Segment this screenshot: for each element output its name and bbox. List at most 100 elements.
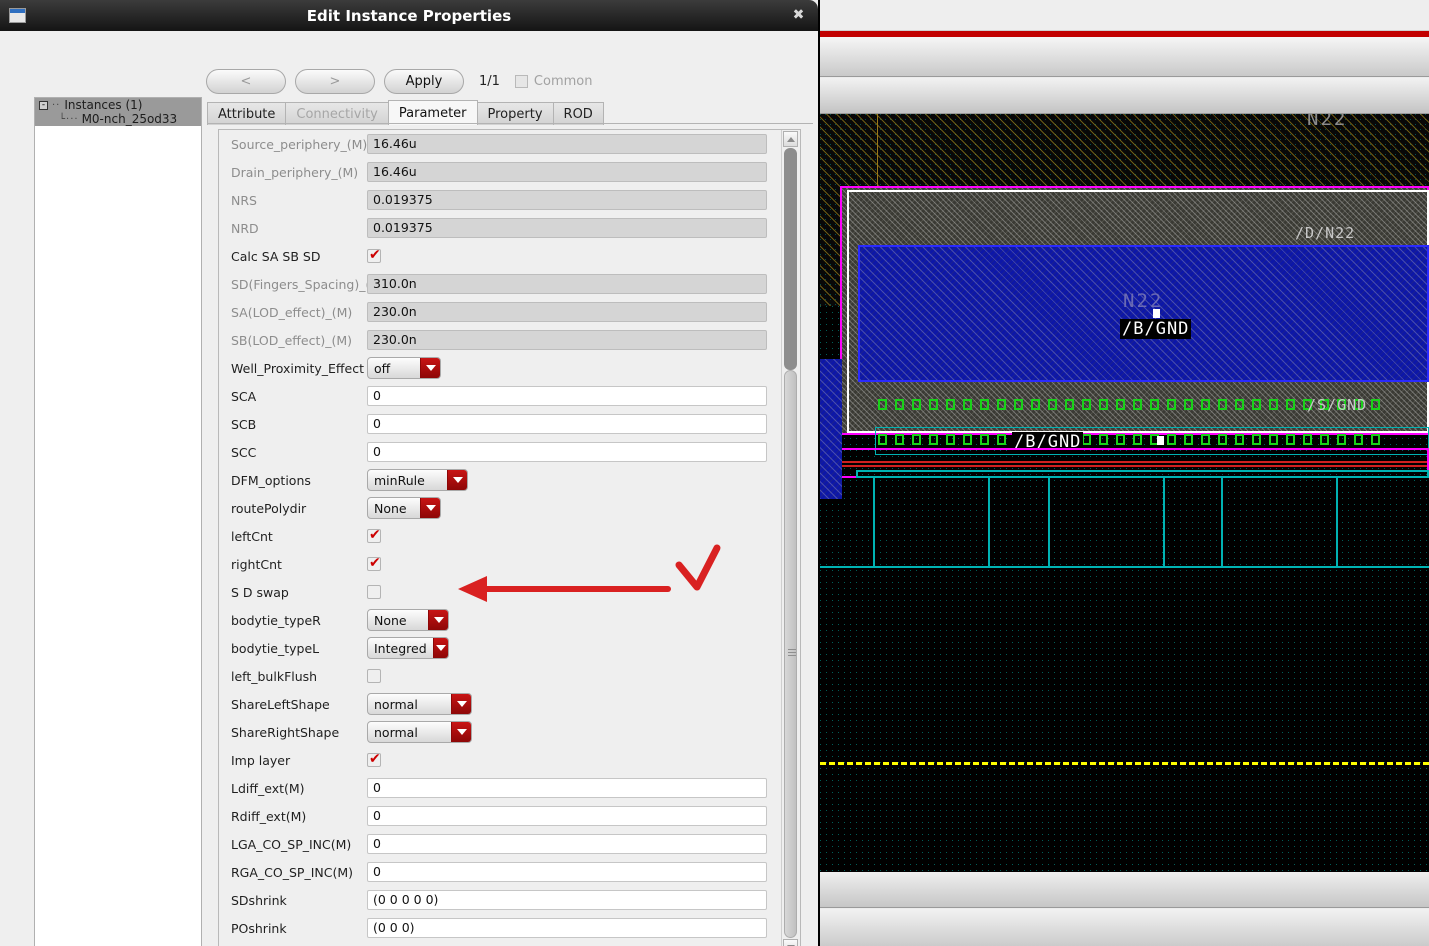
tab-attribute[interactable]: Attribute [207, 102, 287, 125]
parameter-label: Rdiff_ext(M) [231, 808, 307, 824]
parameter-text-field[interactable]: 0 [367, 442, 767, 462]
parameter-label: Source_periphery_(M) [231, 136, 368, 152]
parameter-text-field[interactable]: 0 [367, 778, 767, 798]
parameter-row: NRD 0.019375 [219, 214, 800, 242]
window-icon [9, 8, 26, 23]
chevron-down-icon[interactable] [428, 610, 448, 630]
parameter-text-field[interactable]: 0 [367, 806, 767, 826]
parameter-dropdown[interactable]: off [367, 357, 441, 379]
parameter-dropdown[interactable]: normal [367, 721, 472, 743]
parameter-dropdown-value: normal [374, 724, 418, 740]
parameter-row: leftCnt [219, 522, 800, 550]
parameter-label: NRD [231, 220, 259, 236]
close-icon[interactable]: ✖ [791, 8, 806, 23]
parameter-label: bodytie_typeR [231, 612, 321, 628]
scrollbar-thumb[interactable] [784, 370, 797, 938]
parameter-row: SCC 0 [219, 438, 800, 466]
common-checkbox[interactable] [514, 75, 528, 88]
parameter-scrollbar[interactable] [781, 130, 799, 946]
parameter-list[interactable]: Source_periphery_(M) 16.46u Drain_peripher… [218, 129, 801, 946]
common-checkbox-group[interactable]: Common [514, 74, 592, 89]
net-label-d-n22: /D/N22 [1295, 224, 1356, 242]
parameter-text-field[interactable]: 0 [367, 862, 767, 882]
parameter-label: SCC [231, 444, 257, 460]
instances-tree-panel[interactable]: - ·· Instances (1) └··· M0-nch_25od33 [34, 97, 202, 946]
parameter-checkbox[interactable] [367, 527, 381, 543]
chevron-down-icon[interactable] [447, 470, 467, 490]
boundary-dashed-yellow [820, 762, 1429, 765]
parameter-label: bodytie_typeL [231, 640, 320, 656]
chevron-down-icon[interactable] [420, 498, 440, 518]
parameter-checkbox[interactable] [367, 247, 381, 263]
parameter-label: routePolydir [231, 500, 307, 516]
scroll-down-icon[interactable] [783, 939, 798, 946]
parameter-label: Drain_periphery_(M) [231, 164, 359, 180]
next-button[interactable]: > [295, 69, 375, 94]
scroll-up-icon[interactable] [783, 131, 798, 147]
parameter-dropdown[interactable]: None [367, 609, 449, 631]
parameter-row: Source_periphery_(M) 16.46u [219, 130, 800, 158]
parameter-row: Calc SA SB SD [219, 242, 800, 270]
net-label-s-gnd: /S/GND [1307, 396, 1368, 414]
parameter-text-field[interactable]: (0 0 0) [367, 918, 767, 938]
dialog-body: < > Apply 1/1 Common Attribute Connectiv… [0, 31, 818, 946]
parameter-label: Well_Proximity_Effect [231, 360, 365, 376]
parameter-text-field[interactable]: 0 [367, 386, 767, 406]
parameter-text-field[interactable]: 0 [367, 414, 767, 434]
tab-property[interactable]: Property [476, 102, 554, 125]
parameter-row: bodytie_typeL Integred [219, 634, 800, 662]
chevron-down-icon[interactable] [420, 358, 440, 378]
tab-rod[interactable]: ROD [552, 102, 604, 125]
parameter-checkbox[interactable] [367, 669, 381, 683]
parameter-text-field[interactable]: (0 0 0 0 0) [367, 890, 767, 910]
parameter-text-field[interactable]: 0 [367, 834, 767, 854]
parameter-dropdown[interactable]: minRule [367, 469, 468, 491]
tree-collapse-icon[interactable]: - [39, 100, 48, 110]
parameter-dropdown[interactable]: None [367, 497, 441, 519]
scrollbar-track-upper[interactable] [784, 148, 797, 370]
parameter-text-field: 230.0n [367, 302, 767, 322]
parameter-row: SA(LOD_effect)_(M) 230.0n [219, 298, 800, 326]
parameter-dropdown[interactable]: normal [367, 693, 472, 715]
layer-label-n22-top: N22 [1307, 114, 1348, 130]
parameter-label: ShareRightShape [231, 724, 340, 740]
parameter-row: left_bulkFlush [219, 662, 800, 690]
parameter-checkbox[interactable] [367, 751, 381, 767]
parameter-label: ShareLeftShape [231, 696, 330, 712]
parameter-row: SCA 0 [219, 382, 800, 410]
tab-underline [207, 123, 813, 124]
apply-button[interactable]: Apply [384, 69, 464, 94]
poly-finger-1 [873, 478, 990, 568]
previous-button[interactable]: < [206, 69, 286, 94]
parameter-text-field: 16.46u [367, 134, 767, 154]
tree-connector-icon: ·· [52, 99, 61, 111]
poly-rail-cyan [856, 470, 1429, 478]
parameter-label: rightCnt [231, 556, 282, 572]
chevron-down-icon[interactable] [432, 638, 448, 658]
dialog-titlebar[interactable]: Edit Instance Properties ✖ [0, 0, 818, 31]
parameter-checkbox[interactable] [367, 585, 381, 599]
parameter-row: NRS 0.019375 [219, 186, 800, 214]
parameter-row: POshrink (0 0 0) [219, 914, 800, 942]
tab-parameter[interactable]: Parameter [387, 100, 478, 125]
parameter-dropdown-value: minRule [374, 472, 425, 488]
app-toolbar-third [820, 78, 1429, 114]
poly-finger-2 [1048, 478, 1165, 568]
parameter-row: Ldiff_ext(M) 0 [219, 774, 800, 802]
parameter-row: SB(LOD_effect)_(M) 230.0n [219, 326, 800, 354]
parameter-row: SCB 0 [219, 410, 800, 438]
tree-item-instances[interactable]: - ·· Instances (1) [35, 98, 201, 112]
contact-row-bottom [878, 434, 1380, 445]
chevron-down-icon[interactable] [451, 694, 471, 714]
layout-canvas[interactable]: N22 /D/N22 N22 /B/GND /S/GND /B/GND [820, 114, 1429, 872]
parameter-dropdown[interactable]: Integred [367, 637, 449, 659]
parameter-text-field: 0.019375 [367, 190, 767, 210]
parameter-label: SA(LOD_effect)_(M) [231, 304, 353, 320]
parameter-row: SD(Fingers_Spacing)_(M) 310.0n [219, 270, 800, 298]
parameter-checkbox[interactable] [367, 555, 381, 571]
parameter-row: routePolydir None [219, 494, 800, 522]
page-counter: 1/1 [479, 74, 500, 89]
tree-item-instance-m0[interactable]: └··· M0-nch_25od33 [35, 112, 201, 126]
chevron-down-icon[interactable] [451, 722, 471, 742]
parameter-row: Imp layer [219, 746, 800, 774]
